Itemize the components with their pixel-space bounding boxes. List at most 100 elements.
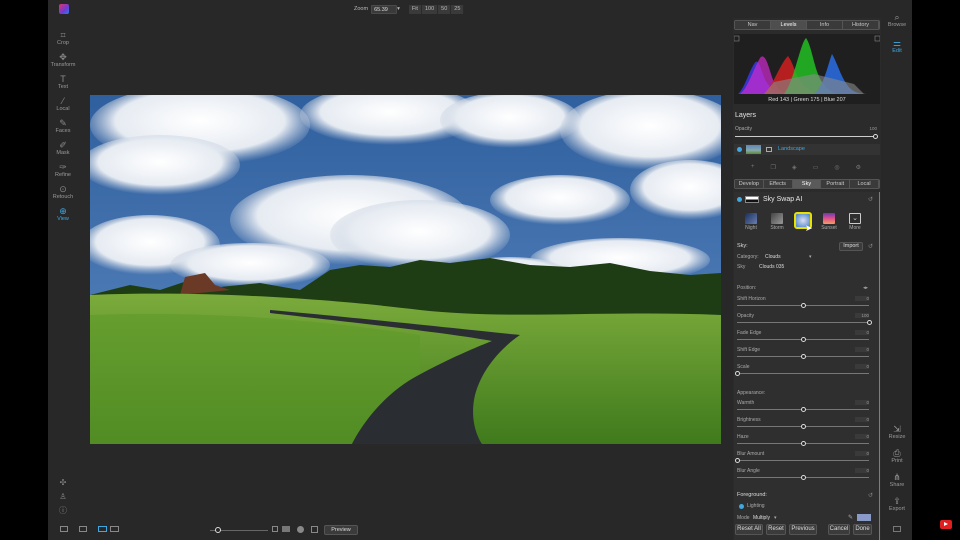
help-icon[interactable]: ⓘ (58, 506, 68, 516)
tool-refine[interactable]: ✑ Refine (48, 162, 78, 178)
sky-section-label: Sky: (737, 243, 748, 249)
opacity-slider[interactable] (737, 322, 869, 323)
opacity-knob[interactable] (867, 320, 872, 325)
layer-visibility-icon[interactable] (737, 147, 742, 152)
shift-horizon-knob[interactable] (801, 303, 806, 308)
zoom-fit-button[interactable]: Fit (409, 4, 422, 14)
warmth-knob[interactable] (801, 407, 806, 412)
layer-row[interactable]: Landscape (734, 144, 880, 155)
fade-edge-value: 0 (866, 330, 869, 335)
single-view-icon[interactable] (98, 526, 107, 532)
tool-faces[interactable]: ✎ Faces (48, 118, 78, 134)
sky-reset-icon[interactable]: ↺ (868, 243, 873, 250)
color-swatch[interactable] (857, 514, 871, 521)
preset-storm[interactable]: Storm (765, 213, 789, 231)
hand-tool-icon[interactable] (311, 526, 318, 533)
panel-toggle-icon[interactable] (893, 526, 901, 532)
lighting-toggle[interactable] (739, 504, 744, 509)
panel-toggle-icon[interactable] (60, 526, 68, 532)
scale-knob[interactable] (735, 371, 740, 376)
rail-browse[interactable]: ⌕ Browse (883, 12, 911, 28)
tool-text[interactable]: T Text (48, 74, 78, 90)
haze-knob[interactable] (801, 441, 806, 446)
scale-slider[interactable] (737, 373, 869, 374)
mode-dropdown[interactable]: Multiply (753, 515, 770, 521)
chevron-down-icon[interactable]: ▾ (774, 515, 777, 521)
cursor-icon: ➤ (805, 223, 813, 233)
tab-history[interactable]: History (843, 21, 879, 29)
duplicate-layer-icon[interactable]: ❐ (771, 164, 776, 171)
add-layer-icon[interactable]: + (751, 164, 755, 171)
tab-sky[interactable]: Sky (792, 180, 822, 188)
tool-transform[interactable]: ✥ Transform (48, 52, 78, 68)
rail-share[interactable]: ⋔ Share (883, 472, 911, 488)
tool-retouch[interactable]: ⊙ Retouch (48, 184, 78, 200)
opacity-slider[interactable] (735, 136, 875, 137)
tab-nav[interactable]: Nav (735, 21, 771, 29)
blur-angle-knob[interactable] (801, 475, 806, 480)
person-icon[interactable]: ♙ (58, 492, 68, 502)
crop-icon: ⌗ (60, 30, 66, 40)
browse-icon: ⌕ (894, 12, 900, 22)
tool-crop[interactable]: ⌗ Crop (48, 30, 78, 46)
opacity-knob[interactable] (873, 134, 878, 139)
tab-effects[interactable]: Effects (763, 180, 793, 188)
tab-develop[interactable]: Develop (735, 180, 764, 188)
tab-levels[interactable]: Levels (771, 21, 807, 29)
photo-canvas[interactable] (90, 95, 721, 444)
compare-view-icon[interactable] (110, 526, 119, 532)
zoom-25-button[interactable]: 25 (451, 4, 465, 14)
rail-resize[interactable]: ⇲ Resize (883, 424, 911, 440)
category-dropdown[interactable]: Clouds (765, 254, 781, 260)
tool-local[interactable]: ⁄ Local (48, 96, 78, 112)
sky-dropdown[interactable]: Clouds 035 (759, 264, 784, 270)
preview-size-knob[interactable] (215, 527, 221, 533)
sparkle-icon[interactable]: ✣ (58, 478, 68, 488)
tool-mask[interactable]: ✐ Mask (48, 140, 78, 156)
done-button[interactable]: Done (853, 524, 872, 535)
merge-icon[interactable]: ▭ (813, 164, 819, 171)
crop-overlay-icon[interactable] (272, 526, 278, 532)
preset-sunset[interactable]: Sunset (817, 213, 841, 231)
previous-button[interactable]: Previous (789, 524, 817, 535)
foreground-reset-icon[interactable]: ↺ (868, 492, 873, 499)
tool-view[interactable]: ⊕ View (48, 206, 78, 222)
tab-info[interactable]: Info (807, 21, 843, 29)
preset-night[interactable]: Night (739, 213, 763, 231)
reset-module-icon[interactable]: ↺ (868, 196, 873, 203)
fill-icon[interactable]: ◈ (792, 164, 797, 171)
mask-overlay-icon[interactable] (282, 526, 290, 532)
rail-print[interactable]: ⎙ Print (883, 448, 911, 464)
rail-export[interactable]: ⇪ Export (883, 496, 911, 512)
cancel-button[interactable]: Cancel (828, 524, 850, 535)
flip-icon[interactable]: ◂▸ (863, 285, 868, 291)
chevron-down-icon[interactable]: ▾ (809, 254, 812, 260)
rail-edit[interactable]: ⚌ Edit (883, 38, 911, 54)
import-button[interactable]: Import (839, 242, 863, 251)
sky-swap-toggle[interactable] (737, 197, 742, 202)
haze-label: Haze (737, 434, 749, 440)
eyedropper-icon[interactable]: ✎ (848, 514, 853, 521)
preset-more[interactable]: ⌄ More (843, 213, 867, 231)
color-overlay-icon[interactable] (297, 526, 304, 533)
app-logo-icon[interactable] (59, 4, 69, 14)
zoom-100-button[interactable]: 100 (422, 4, 439, 14)
export-icon: ⇪ (893, 496, 901, 506)
shift-edge-knob[interactable] (801, 354, 806, 359)
tab-local[interactable]: Local (850, 180, 879, 188)
brightness-knob[interactable] (801, 424, 806, 429)
settings-icon[interactable]: ⚙ (856, 164, 861, 171)
zoom-input[interactable]: 65.39 (371, 4, 398, 14)
adjust-icon[interactable]: ◎ (834, 164, 839, 171)
chevron-down-icon[interactable]: ▾ (397, 6, 400, 12)
reset-all-button[interactable]: Reset All (735, 524, 763, 535)
zoom-50-button[interactable]: 50 (438, 4, 452, 14)
blur-amount-knob[interactable] (735, 458, 740, 463)
blur-amount-slider[interactable] (737, 460, 869, 461)
tab-portrait[interactable]: Portrait (821, 180, 851, 188)
filmstrip-icon[interactable] (79, 526, 87, 532)
preview-button[interactable]: Preview (324, 525, 358, 535)
fade-edge-knob[interactable] (801, 337, 806, 342)
haze-value: 0 (866, 434, 869, 439)
reset-button[interactable]: Reset (766, 524, 786, 535)
